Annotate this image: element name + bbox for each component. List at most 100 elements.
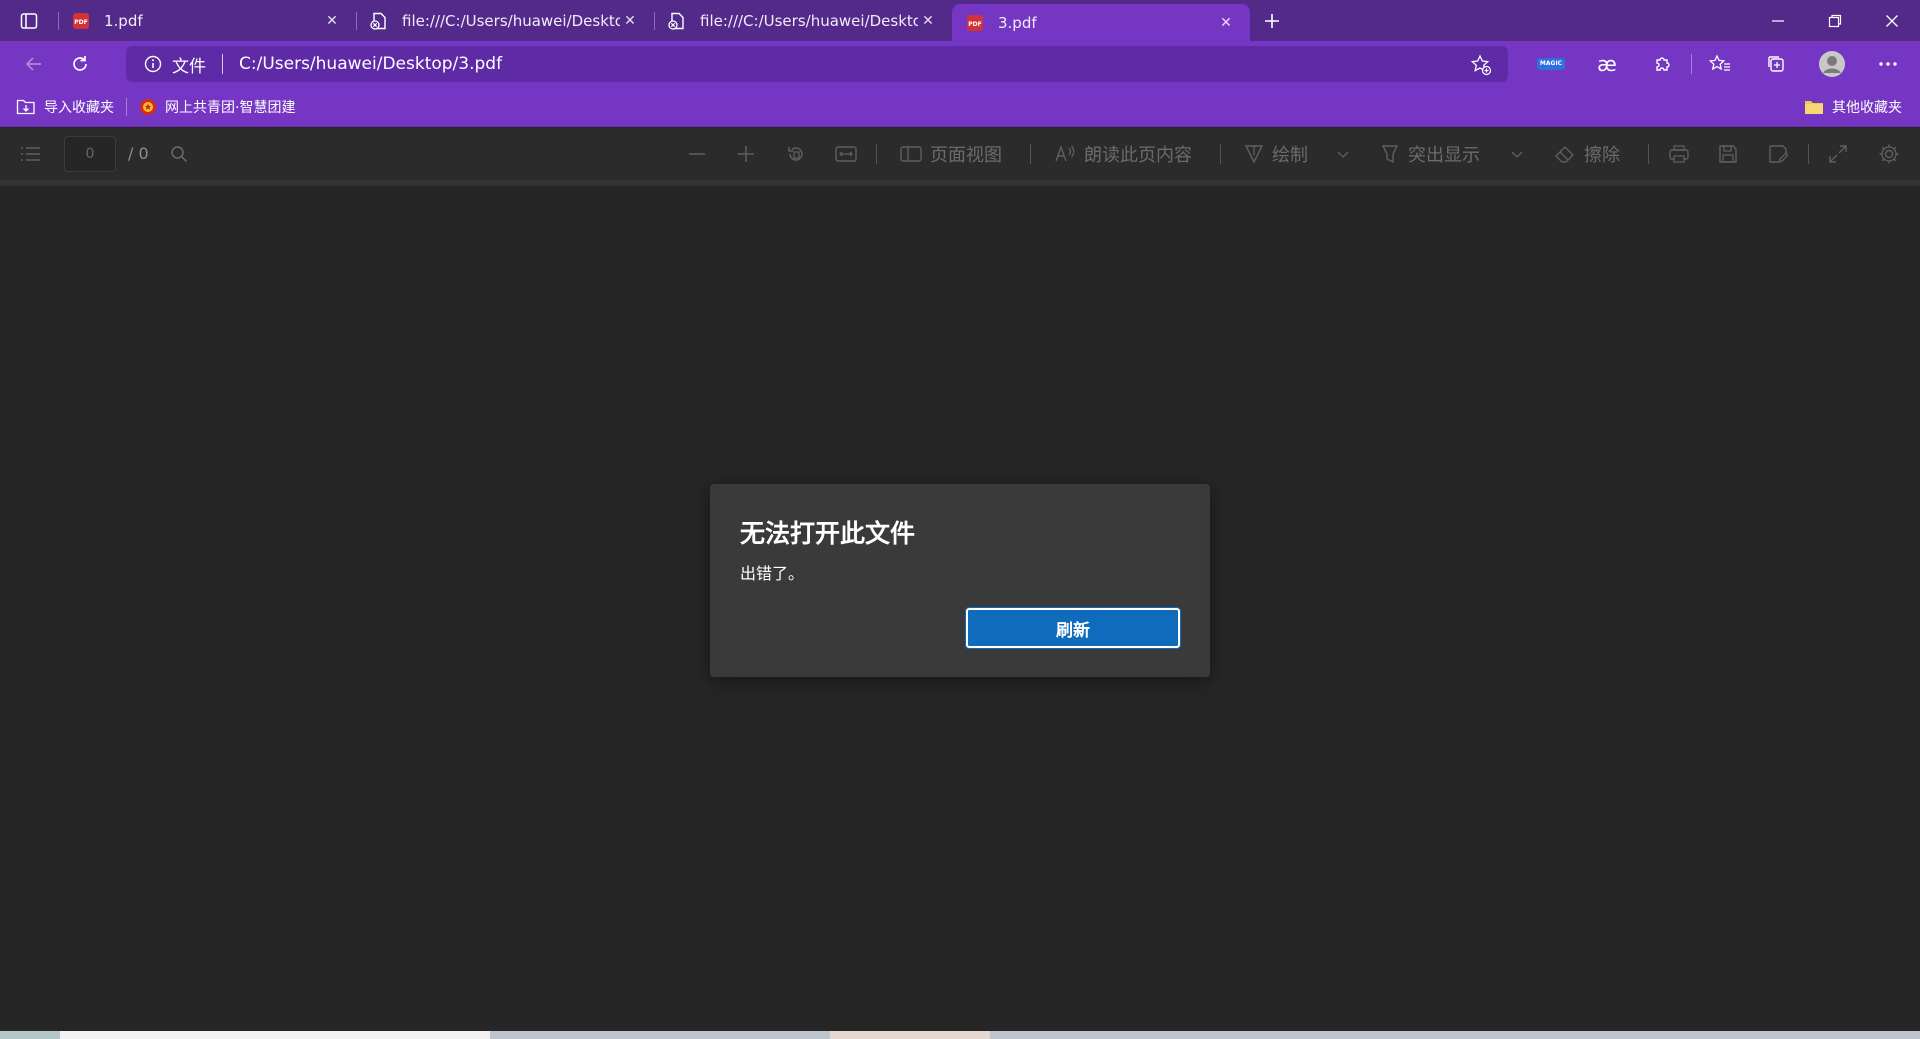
ae-extension-button[interactable]: æ	[1579, 41, 1635, 87]
highlight-label: 突出显示	[1408, 145, 1480, 166]
tab-title: file:///C:/Users/huawei/Desktop/4.pdf	[700, 11, 918, 30]
minimize-button[interactable]	[1749, 0, 1806, 41]
read-aloud-icon	[1055, 145, 1075, 162]
close-window-button[interactable]	[1863, 0, 1920, 41]
taskbar-segment	[830, 1031, 990, 1039]
tab-1[interactable]: PDF 1.pdf ✕	[58, 0, 356, 41]
pdf-toolbar: 0 / 0 页面视图 朗读此页内容 绘制 突出显示 擦除	[0, 128, 1920, 180]
zoom-out-button[interactable]	[688, 128, 714, 180]
table-of-contents-button[interactable]	[20, 128, 50, 180]
page-view-label: 页面视图	[930, 145, 1002, 166]
chevron-down-icon	[1337, 151, 1349, 158]
draw-label: 绘制	[1272, 145, 1308, 166]
draw-options-dropdown[interactable]	[1336, 128, 1358, 180]
back-arrow-icon	[25, 57, 41, 71]
taskbar-segment	[60, 1031, 490, 1039]
bookmark-divider	[126, 97, 127, 116]
url-text[interactable]: C:/Users/huawei/Desktop/3.pdf	[239, 54, 502, 74]
read-aloud-button[interactable]: 朗读此页内容	[1054, 128, 1192, 180]
toolbar-divider	[1808, 144, 1809, 164]
refresh-button[interactable]	[58, 46, 102, 82]
tab-3[interactable]: file:///C:/Users/huawei/Desktop/4.pdf ✕	[654, 0, 952, 41]
chevron-down-icon	[1511, 151, 1523, 158]
rotate-icon	[788, 147, 803, 161]
ae-extension-icon: æ	[1597, 52, 1617, 76]
favorites-list-icon	[1709, 54, 1730, 71]
tab-strip: PDF 1.pdf ✕ file:///C:/Users/huawei/Desk…	[0, 0, 1920, 41]
minimize-icon	[1771, 19, 1784, 22]
plus-icon	[1265, 13, 1279, 28]
close-tab-icon[interactable]: ✕	[322, 11, 342, 31]
tab-4-active[interactable]: PDF 3.pdf ✕	[952, 4, 1250, 41]
tab-2[interactable]: file:///C:/Users/huawei/Desktop/2.pdf ✕	[356, 0, 654, 41]
contents-list-icon	[21, 147, 40, 161]
other-favorites-bookmark[interactable]: 其他收藏夹	[1796, 93, 1910, 121]
tab-actions-icon	[20, 12, 38, 29]
page-count: / 0	[128, 144, 149, 163]
magic-extension-icon: MAGIC	[1536, 58, 1566, 70]
youth-league-label: 网上共青团·智慧团建	[165, 99, 296, 116]
site-info-chip[interactable]: 文件	[144, 52, 206, 77]
back-button[interactable]	[12, 46, 56, 82]
close-tab-icon[interactable]: ✕	[918, 11, 938, 31]
page-view-button[interactable]: 页面视图	[900, 128, 1002, 180]
tab-title: 1.pdf	[104, 11, 143, 30]
svg-text:PDF: PDF	[74, 19, 87, 26]
add-favorite-button[interactable]	[1470, 54, 1492, 80]
expand-icon	[1829, 145, 1847, 163]
extensions-area: MAGIC æ	[1523, 41, 1920, 87]
star-add-icon	[1470, 54, 1492, 76]
collections-icon	[1768, 56, 1784, 72]
refresh-button[interactable]: 刷新	[965, 607, 1181, 649]
site-info-label: 文件	[172, 56, 206, 77]
fullscreen-button[interactable]	[1828, 128, 1856, 180]
toolbar-divider	[1648, 144, 1649, 164]
erase-label: 擦除	[1584, 145, 1620, 166]
avatar-icon	[1819, 51, 1845, 77]
close-icon	[1885, 14, 1898, 27]
highlight-options-dropdown[interactable]	[1510, 128, 1532, 180]
collections-button[interactable]	[1748, 41, 1804, 87]
highlight-button[interactable]: 突出显示	[1380, 128, 1480, 180]
tab-actions-button[interactable]	[0, 0, 58, 41]
fit-width-icon	[835, 146, 857, 162]
toolbar-divider	[1220, 144, 1221, 164]
draw-button[interactable]: 绘制	[1244, 128, 1308, 180]
search-icon	[171, 146, 188, 163]
erase-button[interactable]: 擦除	[1554, 128, 1620, 180]
other-favorites-label: 其他收藏夹	[1832, 100, 1902, 116]
youth-league-emblem-icon	[139, 98, 157, 116]
more-dots-icon	[1879, 62, 1897, 66]
print-button[interactable]	[1668, 128, 1698, 180]
zoom-in-button[interactable]	[737, 128, 763, 180]
more-menu-button[interactable]	[1860, 41, 1916, 87]
save-as-button[interactable]	[1768, 128, 1796, 180]
restore-button[interactable]	[1806, 0, 1863, 41]
puzzle-icon	[1656, 57, 1670, 71]
taskbar-edge	[0, 1031, 1920, 1039]
eraser-icon	[1555, 146, 1574, 163]
import-favorites-bookmark[interactable]: 导入收藏夹	[8, 93, 122, 121]
fit-width-button[interactable]	[835, 128, 865, 180]
youth-league-bookmark[interactable]: 网上共青团·智慧团建	[131, 93, 303, 121]
save-button[interactable]	[1718, 128, 1746, 180]
svg-text:PDF: PDF	[968, 21, 981, 28]
highlighter-icon	[1381, 145, 1399, 164]
close-tab-icon[interactable]: ✕	[620, 11, 640, 31]
address-bar[interactable]: 文件 C:/Users/huawei/Desktop/3.pdf	[126, 46, 1508, 82]
extensions-button[interactable]	[1635, 41, 1691, 87]
profile-button[interactable]	[1804, 41, 1860, 87]
magic-extension-button[interactable]: MAGIC	[1523, 41, 1579, 87]
find-button[interactable]	[170, 128, 196, 180]
rotate-button[interactable]	[786, 128, 814, 180]
close-tab-icon[interactable]: ✕	[1216, 13, 1236, 33]
page-number-input[interactable]: 0	[64, 136, 116, 172]
read-aloud-label: 朗读此页内容	[1084, 145, 1192, 166]
new-tab-button[interactable]	[1250, 0, 1294, 41]
error-dialog: 无法打开此文件 出错了。 刷新	[710, 484, 1210, 677]
favorites-button[interactable]	[1692, 41, 1748, 87]
bookmarks-bar: 导入收藏夹 网上共青团·智慧团建 其他收藏夹	[0, 87, 1920, 127]
settings-button[interactable]	[1878, 128, 1908, 180]
pdf-icon: PDF	[966, 14, 984, 32]
save-icon	[1719, 145, 1737, 163]
